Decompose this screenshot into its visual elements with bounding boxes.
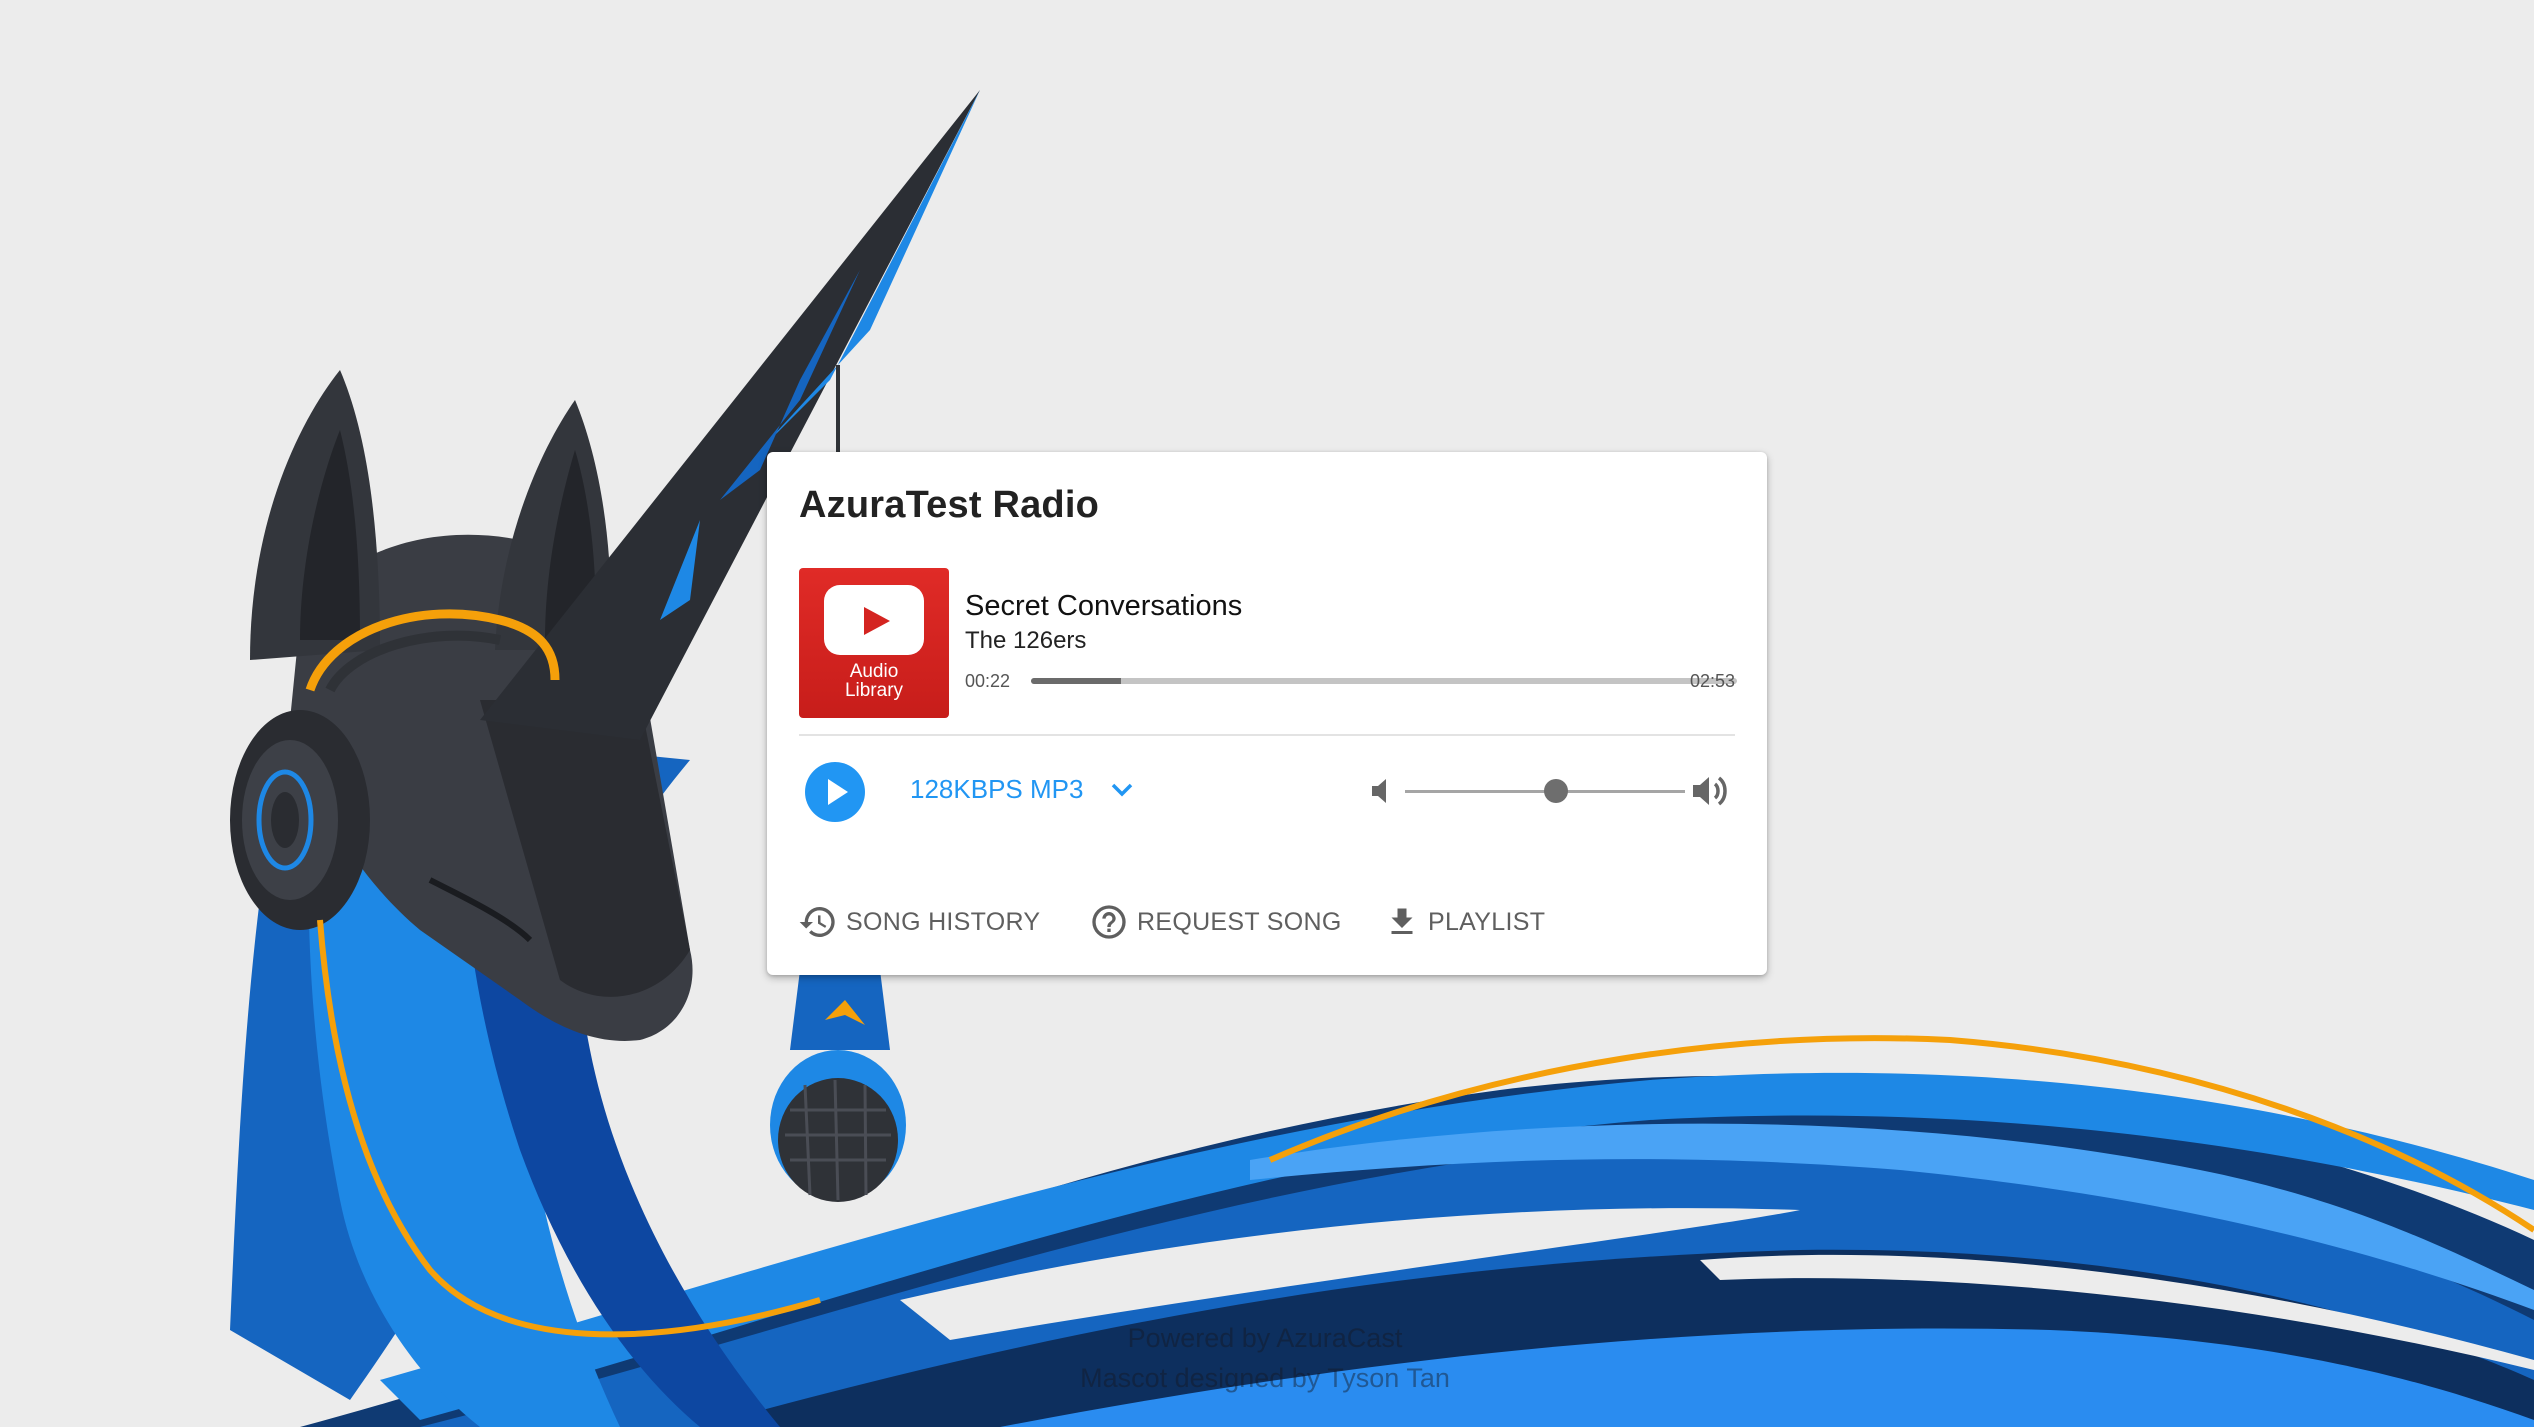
footer-credits: Powered by AzuraCast Mascot designed by …: [1075, 1318, 1455, 1398]
history-icon: [799, 907, 835, 937]
volume-slider-thumb[interactable]: [1544, 779, 1569, 803]
station-name: AzuraTest Radio: [799, 484, 1100, 526]
request-song-label: REQUEST SONG: [1137, 907, 1342, 936]
chevron-down-icon: [1112, 783, 1133, 796]
volume-mute-icon[interactable]: [1368, 776, 1398, 806]
playlist-button[interactable]: PLAYLIST: [1384, 900, 1545, 944]
youtube-play-icon: [864, 607, 890, 635]
player-card: AzuraTest Radio Audio Library Secret Con…: [767, 452, 1767, 975]
total-time: 02:53: [1689, 671, 1735, 691]
download-icon: [1391, 908, 1413, 934]
song-artist: The 126ers: [965, 627, 1087, 654]
mascot-credit-line: Mascot designed by Tyson Tan: [1075, 1358, 1455, 1398]
song-history-button[interactable]: SONG HISTORY: [798, 900, 1040, 944]
stream-selector[interactable]: 128KBPS MP3: [910, 774, 1133, 805]
powered-by-line: Powered by AzuraCast: [1075, 1318, 1455, 1358]
elapsed-time: 00:22: [965, 671, 1011, 691]
play-button[interactable]: [805, 762, 865, 822]
volume-slider[interactable]: [1405, 779, 1685, 803]
song-progress-bar: [1031, 678, 1737, 684]
mascot-credit-text: Mascot designed by: [1080, 1363, 1328, 1393]
song-progress-fill: [1031, 678, 1121, 684]
song-history-label: SONG HISTORY: [846, 907, 1041, 936]
stream-label: 128KBPS MP3: [910, 774, 1084, 804]
play-icon: [828, 779, 848, 805]
help-circle-icon: [1092, 905, 1126, 939]
tyson-tan-link[interactable]: Tyson Tan: [1327, 1363, 1450, 1393]
song-title: Secret Conversations: [965, 590, 1243, 622]
azuracast-link[interactable]: AzuraCast: [1276, 1323, 1402, 1353]
headphone-cup: [271, 792, 299, 848]
playlist-label: PLAYLIST: [1428, 907, 1546, 936]
request-song-button[interactable]: REQUEST SONG: [1089, 900, 1342, 944]
divider: [799, 734, 1735, 736]
powered-by-text: Powered by: [1127, 1323, 1277, 1353]
album-art: Audio Library: [799, 568, 949, 718]
volume-up-icon[interactable]: [1690, 772, 1732, 810]
album-art-label: Audio Library: [844, 661, 904, 701]
